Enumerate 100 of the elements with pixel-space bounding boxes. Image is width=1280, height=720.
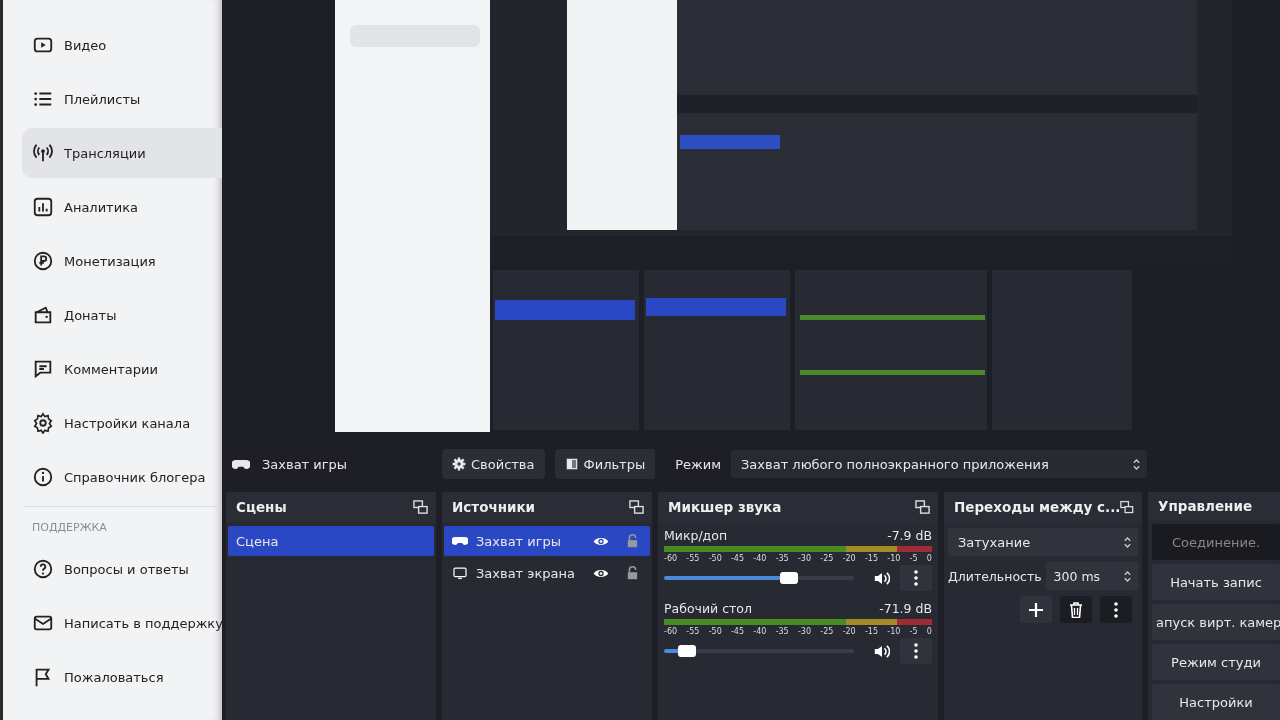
filter-icon: [564, 457, 579, 471]
section-heading: ПОДДЕРЖКА: [32, 521, 108, 534]
sidebar-item[interactable]: Монетизация: [22, 236, 222, 286]
sidebar-icon: [32, 304, 54, 326]
more-button[interactable]: [1100, 596, 1132, 623]
scale-label: -40: [753, 554, 767, 563]
updown-icon[interactable]: [1123, 568, 1132, 584]
sidebar-item[interactable]: Вопросы и ответы: [22, 544, 222, 594]
scale-label: -25: [820, 554, 834, 563]
speaker-icon[interactable]: [874, 643, 890, 659]
scale-label: -35: [775, 554, 789, 563]
sidebar-icon: [32, 412, 54, 434]
source-item[interactable]: Захват игры: [444, 526, 650, 556]
sidebar-item[interactable]: Настройки канала: [22, 398, 222, 448]
sidebar-item[interactable]: Плейлисты: [22, 74, 222, 124]
scale-label: -15: [864, 627, 879, 636]
plus-icon: [1028, 601, 1044, 618]
scale-label: -45: [731, 627, 745, 636]
channel-name: Рабочий стол: [664, 601, 752, 616]
filters-button[interactable]: Фильтры: [554, 449, 656, 479]
mode-dropdown[interactable]: Захват любого полноэкранного приложения: [731, 450, 1147, 478]
scale-label: -55: [686, 554, 700, 563]
panel-title: Микшер звука: [668, 499, 782, 515]
more-button[interactable]: [900, 638, 932, 664]
more-button[interactable]: [900, 565, 932, 591]
undock-icon[interactable]: [915, 499, 930, 515]
scale-label: -5: [909, 627, 918, 636]
source-name: Захват игры: [476, 533, 563, 549]
sidebar-item[interactable]: Аналитика: [22, 182, 222, 232]
control-button[interactable]: Режим студи: [1152, 644, 1280, 680]
control-button[interactable]: Настройки: [1152, 684, 1280, 720]
trash-icon: [1069, 601, 1083, 618]
scale-label: -50: [708, 627, 722, 636]
sidebar-icon: [32, 466, 54, 488]
scale-label: -60: [664, 627, 678, 636]
panel-title: Сцены: [236, 499, 287, 515]
speaker-icon[interactable]: [874, 570, 890, 586]
scale-label: -30: [797, 627, 812, 636]
db-reading: -7.9 dB: [887, 528, 932, 543]
kebab-icon: [914, 643, 918, 659]
duration-field[interactable]: 300 ms: [1045, 562, 1138, 590]
sidebar-item[interactable]: Комментарии: [22, 344, 222, 394]
gamepad-icon: [232, 458, 250, 470]
monitor-icon: [452, 567, 468, 579]
slider-thumb[interactable]: [677, 645, 696, 657]
db-reading: -71.9 dB: [879, 601, 932, 616]
scene-item[interactable]: Сцена: [228, 526, 434, 556]
scale-label: -55: [686, 627, 700, 636]
sidebar-item[interactable]: Написать в поддержку: [22, 598, 222, 648]
sidebar-item[interactable]: Пожаловаться: [22, 652, 222, 702]
duration-label: Длительность: [948, 568, 1042, 584]
scale-label: -35: [775, 627, 789, 636]
scale-label: -25: [820, 627, 834, 636]
updown-icon: [1123, 534, 1132, 550]
transition-dropdown[interactable]: Затухание: [948, 528, 1138, 556]
updown-icon: [1132, 456, 1141, 472]
scale-label: -15: [864, 554, 879, 563]
scale-label: 0: [926, 554, 932, 563]
source-label: Захват игры: [232, 456, 432, 472]
scale-label: -20: [842, 627, 856, 636]
gamepad-icon: [452, 535, 468, 547]
panel-title: Управление: [1158, 498, 1253, 514]
scale-label: 0: [926, 627, 932, 636]
eye-icon[interactable]: [593, 535, 609, 547]
sidebar-icon: [32, 358, 54, 380]
undock-icon[interactable]: [1120, 499, 1134, 515]
source-item[interactable]: Захват экрана: [444, 558, 650, 588]
delete-button[interactable]: [1060, 596, 1092, 623]
properties-button[interactable]: Свойства: [442, 449, 545, 479]
lock-icon[interactable]: [627, 534, 638, 548]
panel-title: Переходы между с...: [954, 499, 1121, 515]
kebab-icon: [914, 570, 918, 586]
sidebar-item[interactable]: Видео: [22, 20, 222, 70]
mode-label: Режим: [675, 456, 721, 472]
sidebar-item[interactable]: Донаты: [22, 290, 222, 340]
undock-icon[interactable]: [629, 499, 644, 515]
sidebar-item[interactable]: Трансляции: [22, 128, 222, 178]
source-name: Захват экрана: [476, 565, 576, 581]
undock-icon[interactable]: [413, 499, 428, 515]
control-button[interactable]: Начать запис: [1152, 564, 1280, 600]
scale-label: -10: [887, 627, 901, 636]
sidebar-icon: [32, 250, 54, 272]
lock-icon[interactable]: [627, 566, 638, 580]
channel-name: Микр/доп: [664, 528, 728, 543]
sidebar-icon: [32, 196, 54, 218]
scale-label: -20: [842, 554, 856, 563]
scale-label: -50: [708, 554, 722, 563]
sidebar-item[interactable]: Справочник блогера: [22, 452, 222, 502]
panel-title: Источники: [452, 499, 536, 515]
add-button[interactable]: [1020, 596, 1052, 623]
sidebar-icon: [32, 142, 54, 164]
scale-label: -5: [909, 554, 918, 563]
scale-label: -30: [797, 554, 812, 563]
slider-thumb[interactable]: [780, 572, 799, 584]
scale-label: -60: [664, 554, 678, 563]
sidebar-icon: [32, 558, 54, 580]
kebab-icon: [1114, 601, 1118, 618]
control-button[interactable]: апуск вирт. камер: [1152, 604, 1280, 640]
scale-label: -40: [753, 627, 767, 636]
eye-icon[interactable]: [593, 567, 609, 579]
